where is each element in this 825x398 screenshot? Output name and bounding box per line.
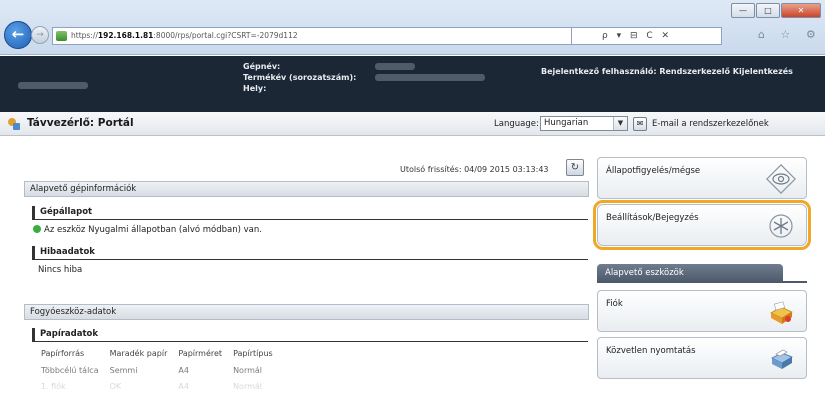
table-cell: OK — [109, 381, 122, 391]
errors-heading: Hibaadatok — [32, 246, 588, 260]
table-cell: Normál — [233, 365, 263, 375]
page-title: Távvezérlő: Portál — [27, 117, 134, 129]
table-cell: Normál — [233, 381, 263, 391]
location-label: Hely: — [243, 84, 267, 93]
status-ok-icon — [33, 225, 41, 233]
serial-redacted — [375, 74, 485, 81]
url-path: :8000/rps/portal.cgi?CSRT=-2079d112 — [153, 31, 298, 40]
device-header: Gépnév: Termékév (sorozatszám): Hely: Be… — [0, 56, 825, 112]
column-header: Maradék papír — [109, 349, 168, 358]
language-value: Hungarian — [544, 118, 589, 128]
paper-info-heading: Papíradatok — [32, 328, 588, 342]
mail-admin-link[interactable]: E-mail a rendszerkezelőnek — [652, 119, 769, 129]
settings-registration-button[interactable]: Beállítások/Bejegyzés — [593, 200, 811, 250]
chevron-down-icon[interactable]: ▼ — [613, 117, 627, 130]
table-cell: A4 — [178, 381, 189, 391]
back-button[interactable]: ← — [4, 21, 32, 49]
close-window-button[interactable]: ✕ — [781, 3, 821, 18]
column-header: Papírforrás — [41, 349, 85, 358]
basic-info-section-header: Alapvető gépinformációk — [24, 181, 589, 197]
url-host: 192.168.1.81 — [97, 31, 154, 40]
status-monitor-button[interactable]: Állapotfigyelés/mégse — [597, 157, 807, 199]
remote-ui-icon — [8, 118, 20, 130]
language-select[interactable]: Hungarian ▼ — [540, 116, 628, 131]
site-favicon-icon — [56, 31, 67, 41]
basic-tools-tab[interactable]: Alapvető eszközök — [597, 264, 783, 282]
browser-toolbar-icons[interactable]: ⌂ ☆ ⚙ — [758, 28, 822, 41]
printer-icon — [771, 349, 793, 369]
table-row: 1. fiók OK A4 Normál — [37, 378, 280, 394]
device-name-redacted — [375, 63, 415, 70]
arrow-left-icon: ← — [11, 25, 25, 43]
minimize-button[interactable]: — — [731, 3, 755, 18]
device-logo-redacted — [18, 82, 88, 89]
portal-title-bar: Távvezérlő: Portál Language: Hungarian ▼… — [0, 112, 825, 136]
device-info-labels: Gépnév: Termékév (sorozatszám): Hely: — [243, 61, 356, 94]
table-row: Többcélú tálca Semmi A4 Normál — [37, 362, 280, 378]
url-prefix: https:// — [71, 31, 98, 40]
arrow-right-icon: → — [36, 30, 44, 40]
machine-status-heading: Gépállapot — [32, 206, 588, 220]
settings-registration-label: Beállítások/Bejegyzés — [606, 213, 699, 223]
device-name-label: Gépnév: — [243, 62, 281, 71]
consumables-section-header: Fogyóeszköz-adatok — [24, 304, 589, 320]
mailbox-tray-icon — [770, 301, 793, 324]
table-cell: Többcélú tálca — [41, 365, 99, 375]
table-header-row: Papírforrás Maradék papír Papírméret Pap… — [37, 347, 280, 362]
direct-print-button[interactable]: Közvetlen nyomtatás — [597, 337, 807, 379]
status-monitor-label: Állapotfigyelés/mégse — [606, 166, 701, 176]
refresh-button[interactable]: ↻ — [566, 159, 584, 176]
table-cell: A4 — [178, 365, 189, 375]
last-update-time: Utolsó frissítés: 04/09 2015 03:13:43 — [400, 165, 549, 174]
paper-info-table: Papírforrás Maradék papír Papírméret Pap… — [37, 347, 280, 394]
search-refresh-stop-icons[interactable]: ρ ▾ ⊟ C ✕ — [602, 31, 672, 41]
home-star-gear-icons[interactable]: ⌂ ☆ ⚙ — [758, 28, 822, 41]
direct-print-label: Közvetlen nyomtatás — [606, 346, 696, 356]
settings-star-icon — [769, 214, 793, 238]
window-controls: — □ ✕ — [731, 3, 821, 18]
forward-button[interactable]: → — [31, 26, 49, 44]
address-bar[interactable]: https://192.168.1.81:8000/rps/portal.cgi… — [52, 27, 572, 45]
column-header: Papírtípus — [233, 349, 273, 358]
errors-text: Nincs hiba — [38, 265, 83, 275]
address-bar-tools[interactable]: ρ ▾ ⊟ C ✕ — [572, 27, 722, 45]
browser-chrome: — □ ✕ ← → https://192.168.1.81:8000/rps/… — [0, 0, 825, 55]
refresh-icon: ↻ — [570, 162, 580, 173]
login-user-info[interactable]: Bejelentkező felhasználó: Rendszerkezelő… — [541, 67, 793, 76]
language-label: Language: — [494, 119, 539, 129]
tools-tab-divider — [597, 281, 807, 283]
mailbox-button[interactable]: Fiók — [597, 290, 807, 332]
column-header: Papírméret — [178, 349, 223, 358]
product-serial-label: Termékév (sorozatszám): — [243, 73, 357, 82]
mail-icon[interactable]: ✉ — [633, 117, 647, 131]
table-cell: 1. fiók — [41, 381, 66, 391]
machine-status-text: Az eszköz Nyugalmi állapotban (alvó módb… — [44, 225, 262, 235]
table-cell: Semmi — [109, 365, 138, 375]
maximize-button[interactable]: □ — [756, 3, 780, 18]
machine-status-line: Az eszköz Nyugalmi állapotban (alvó módb… — [33, 225, 262, 235]
eye-icon — [766, 164, 796, 194]
mailbox-label: Fiók — [606, 299, 623, 309]
